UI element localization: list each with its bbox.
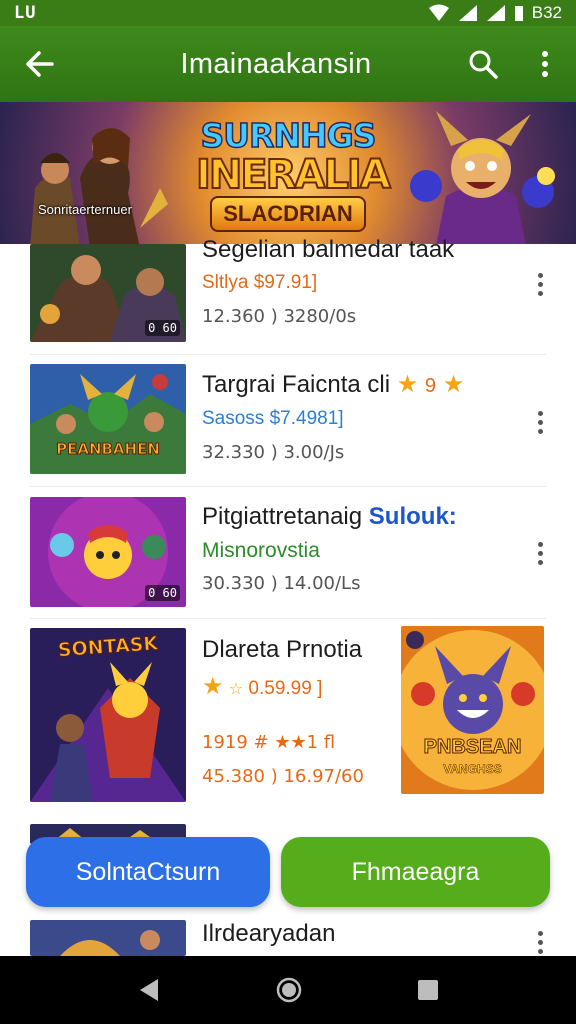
banner-logo-line3: SLACDRIAN bbox=[210, 196, 366, 232]
creature-character-illustration bbox=[410, 111, 555, 244]
item-more-button[interactable] bbox=[528, 537, 552, 569]
item-thumbnail: 0 60 bbox=[30, 244, 186, 342]
side-promo-art[interactable]: PNBSEAN VANGHSS bbox=[401, 626, 544, 794]
item-subtitle: Misnorovstia bbox=[202, 539, 320, 562]
promo-banner[interactable]: SURNHGS INERALIA SLACDRIAN bbox=[0, 102, 576, 244]
item-price: Sltlya $97.91] bbox=[202, 272, 318, 293]
star-icon: ★ bbox=[442, 371, 465, 398]
search-icon bbox=[469, 50, 498, 79]
item-title: Dlareta Prnotia bbox=[202, 636, 363, 663]
item-title: Ilrdearyadan bbox=[202, 920, 336, 947]
app-bar: Imainaakansin bbox=[0, 26, 576, 102]
game-art-image bbox=[30, 920, 186, 956]
divider bbox=[30, 618, 546, 619]
item-meta: 30.330 ) 14.00/Ls bbox=[202, 573, 361, 594]
item-thumbnail bbox=[30, 920, 186, 956]
item-title-text: Targrai Faicnta cli bbox=[202, 371, 391, 398]
divider bbox=[30, 486, 546, 487]
signal-icon-2 bbox=[486, 5, 505, 21]
status-left-text: LU bbox=[14, 3, 37, 23]
item-meta: 12.360 ) 3280/0s bbox=[202, 306, 357, 327]
app-title: Imainaakansin bbox=[180, 47, 372, 80]
item-meta: 45.380 ) 16.97/60 bbox=[202, 766, 364, 787]
system-nav-bar bbox=[0, 956, 576, 1024]
star-half-icon: ☆ bbox=[228, 681, 244, 698]
primary-action-button[interactable]: SolntaCtsurn bbox=[26, 837, 270, 907]
thumbnail-caption: PEANBAHEN bbox=[56, 440, 161, 459]
item-title-highlight: Sulouk: bbox=[368, 503, 457, 530]
nav-home-icon[interactable] bbox=[275, 976, 303, 1004]
status-time: B32 bbox=[531, 3, 562, 22]
item-more-button[interactable] bbox=[528, 268, 552, 300]
wifi-icon bbox=[428, 4, 449, 21]
item-more-button[interactable] bbox=[528, 406, 552, 438]
banner-logo-line2: INERALIA bbox=[195, 151, 392, 199]
item-badge: 0 60 bbox=[145, 585, 180, 601]
item-thumbnail: 0 60 bbox=[30, 497, 186, 607]
divider bbox=[30, 354, 546, 355]
nav-recents-icon[interactable] bbox=[416, 978, 440, 1002]
banner-logo-line1: SURNHGS bbox=[200, 115, 378, 156]
warrior-characters-illustration bbox=[30, 128, 168, 244]
item-title: Pitgiattretanaig Sulouk: bbox=[202, 503, 457, 531]
item-rating: 0.59.99 ] bbox=[248, 678, 323, 699]
item-thumbnail: SONTASK bbox=[30, 628, 186, 802]
back-button[interactable] bbox=[0, 26, 80, 102]
more-options-button[interactable] bbox=[514, 26, 576, 102]
status-icons: B32 bbox=[428, 3, 562, 23]
battery-icon bbox=[514, 6, 523, 21]
item-meta-line: 1919 # ★★1 fl bbox=[202, 732, 336, 753]
item-price: Sasoss $7.4981] bbox=[202, 408, 344, 429]
item-meta: 32.330 ) 3.00/Js bbox=[202, 442, 345, 463]
item-rating: 9 bbox=[424, 375, 437, 397]
banner-caption: Sonritaerternuer bbox=[38, 202, 132, 217]
side-caption-1: PNBSEAN bbox=[423, 736, 522, 759]
secondary-action-button[interactable]: Fhmaeagra bbox=[281, 837, 550, 907]
side-caption-2: VANGHSS bbox=[443, 762, 502, 777]
star-icon: ★ bbox=[202, 673, 224, 700]
search-button[interactable] bbox=[452, 26, 514, 102]
item-title: Targrai Faicnta cli ★ 9 ★ bbox=[202, 370, 464, 399]
status-bar: LU B32 bbox=[0, 0, 576, 26]
nav-back-icon[interactable] bbox=[136, 977, 162, 1003]
back-arrow-icon bbox=[26, 51, 54, 77]
item-title: Segelian balmedar taak bbox=[202, 236, 455, 263]
item-thumbnail: PEANBAHEN bbox=[30, 364, 186, 474]
more-vertical-icon bbox=[542, 51, 548, 77]
item-badge: 0 60 bbox=[145, 320, 180, 336]
item-rating-row: ★ ☆ 0.59.99 ] bbox=[202, 672, 322, 701]
item-title-text: Pitgiattretanaig bbox=[202, 503, 363, 530]
star-icon: ★ bbox=[396, 371, 419, 398]
signal-icon bbox=[458, 5, 477, 21]
item-more-button[interactable] bbox=[528, 926, 552, 958]
